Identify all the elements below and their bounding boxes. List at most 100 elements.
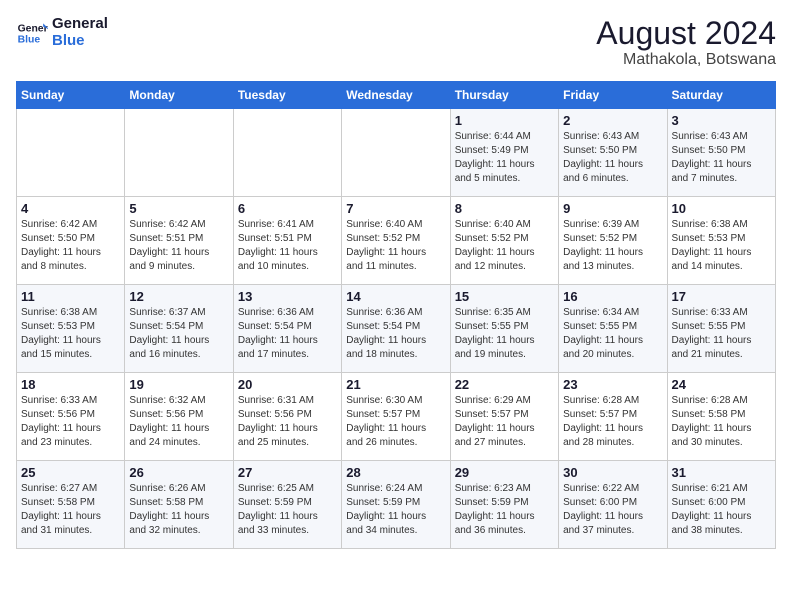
day-info: Sunrise: 6:30 AM Sunset: 5:57 PM Dayligh… [346, 394, 445, 450]
day-cell: 7 Sunrise: 6:40 AM Sunset: 5:52 PM Daylig… [342, 197, 450, 285]
day-cell: 10Sunrise: 6:38 AM Sunset: 5:53 PM Dayli… [667, 197, 775, 285]
day-info: Sunrise: 6:33 AM Sunset: 5:56 PM Dayligh… [21, 394, 120, 450]
day-cell: 2 Sunrise: 6:43 AM Sunset: 5:50 PM Daylig… [559, 109, 667, 197]
day-cell: 27Sunrise: 6:25 AM Sunset: 5:59 PM Dayli… [233, 461, 341, 549]
day-number: 23 [563, 377, 662, 392]
day-info: Sunrise: 6:25 AM Sunset: 5:59 PM Dayligh… [238, 482, 337, 538]
day-cell [125, 109, 233, 197]
day-info: Sunrise: 6:27 AM Sunset: 5:58 PM Dayligh… [21, 482, 120, 538]
day-cell: 25Sunrise: 6:27 AM Sunset: 5:58 PM Dayli… [17, 461, 125, 549]
day-cell: 29 Sunrise: 6:23 AM Sunset: 5:59 PM Dayli… [450, 461, 558, 549]
day-cell: 11 Sunrise: 6:38 AM Sunset: 5:53 PM Dayli… [17, 285, 125, 373]
day-cell [233, 109, 341, 197]
day-info: Sunrise: 6:38 AM Sunset: 5:53 PM Dayligh… [672, 218, 771, 274]
header-thursday: Thursday [450, 82, 558, 109]
svg-text:Blue: Blue [18, 34, 41, 45]
title-block: August 2024 Mathakola, Botswana [596, 16, 776, 69]
day-number: 20 [238, 377, 337, 392]
calendar-table: SundayMondayTuesdayWednesdayThursdayFrid… [16, 81, 776, 549]
day-info: Sunrise: 6:21 AM Sunset: 6:00 PM Dayligh… [672, 482, 771, 538]
day-info: Sunrise: 6:35 AM Sunset: 5:55 PM Dayligh… [455, 306, 554, 362]
day-cell: 16Sunrise: 6:34 AM Sunset: 5:55 PM Dayli… [559, 285, 667, 373]
week-row-5: 25Sunrise: 6:27 AM Sunset: 5:58 PM Dayli… [17, 461, 776, 549]
day-cell: 3 Sunrise: 6:43 AM Sunset: 5:50 PM Daylig… [667, 109, 775, 197]
day-cell: 26 Sunrise: 6:26 AM Sunset: 5:58 PM Dayli… [125, 461, 233, 549]
day-info: Sunrise: 6:23 AM Sunset: 5:59 PM Dayligh… [455, 482, 554, 538]
logo-icon: General Blue [16, 17, 48, 49]
day-cell: 15 Sunrise: 6:35 AM Sunset: 5:55 PM Dayli… [450, 285, 558, 373]
day-cell: 21 Sunrise: 6:30 AM Sunset: 5:57 PM Dayli… [342, 373, 450, 461]
day-cell: 1Sunrise: 6:44 AM Sunset: 5:49 PM Daylig… [450, 109, 558, 197]
month-year-title: August 2024 [596, 16, 776, 51]
day-number: 7 [346, 201, 445, 216]
day-number: 24 [672, 377, 771, 392]
day-info: Sunrise: 6:36 AM Sunset: 5:54 PM Dayligh… [238, 306, 337, 362]
day-info: Sunrise: 6:36 AM Sunset: 5:54 PM Dayligh… [346, 306, 445, 362]
week-row-2: 4 Sunrise: 6:42 AM Sunset: 5:50 PM Daylig… [17, 197, 776, 285]
day-info: Sunrise: 6:29 AM Sunset: 5:57 PM Dayligh… [455, 394, 554, 450]
day-info: Sunrise: 6:43 AM Sunset: 5:50 PM Dayligh… [563, 130, 662, 186]
day-info: Sunrise: 6:26 AM Sunset: 5:58 PM Dayligh… [129, 482, 228, 538]
day-cell: 17 Sunrise: 6:33 AM Sunset: 5:55 PM Dayli… [667, 285, 775, 373]
day-number: 2 [563, 113, 662, 128]
day-number: 30 [563, 465, 662, 480]
day-info: Sunrise: 6:42 AM Sunset: 5:51 PM Dayligh… [129, 218, 228, 274]
day-info: Sunrise: 6:39 AM Sunset: 5:52 PM Dayligh… [563, 218, 662, 274]
day-cell: 28 Sunrise: 6:24 AM Sunset: 5:59 PM Dayli… [342, 461, 450, 549]
day-cell: 8 Sunrise: 6:40 AM Sunset: 5:52 PM Daylig… [450, 197, 558, 285]
day-info: Sunrise: 6:38 AM Sunset: 5:53 PM Dayligh… [21, 306, 120, 362]
day-cell: 6Sunrise: 6:41 AM Sunset: 5:51 PM Daylig… [233, 197, 341, 285]
header-saturday: Saturday [667, 82, 775, 109]
day-info: Sunrise: 6:32 AM Sunset: 5:56 PM Dayligh… [129, 394, 228, 450]
header-friday: Friday [559, 82, 667, 109]
header-monday: Monday [125, 82, 233, 109]
header-sunday: Sunday [17, 82, 125, 109]
page-header: General Blue General Blue August 2024 Ma… [16, 16, 776, 69]
day-number: 29 [455, 465, 554, 480]
week-row-4: 18Sunrise: 6:33 AM Sunset: 5:56 PM Dayli… [17, 373, 776, 461]
header-tuesday: Tuesday [233, 82, 341, 109]
day-cell: 22 Sunrise: 6:29 AM Sunset: 5:57 PM Dayli… [450, 373, 558, 461]
day-number: 6 [238, 201, 337, 216]
day-number: 15 [455, 289, 554, 304]
day-cell: 23 Sunrise: 6:28 AM Sunset: 5:57 PM Dayli… [559, 373, 667, 461]
day-number: 8 [455, 201, 554, 216]
day-cell [342, 109, 450, 197]
day-cell: 31 Sunrise: 6:21 AM Sunset: 6:00 PM Dayli… [667, 461, 775, 549]
day-info: Sunrise: 6:42 AM Sunset: 5:50 PM Dayligh… [21, 218, 120, 274]
day-number: 31 [672, 465, 771, 480]
day-number: 9 [563, 201, 662, 216]
day-number: 28 [346, 465, 445, 480]
day-number: 13 [238, 289, 337, 304]
day-info: Sunrise: 6:31 AM Sunset: 5:56 PM Dayligh… [238, 394, 337, 450]
day-number: 12 [129, 289, 228, 304]
day-number: 21 [346, 377, 445, 392]
day-number: 22 [455, 377, 554, 392]
day-info: Sunrise: 6:22 AM Sunset: 6:00 PM Dayligh… [563, 482, 662, 538]
day-number: 11 [21, 289, 120, 304]
day-cell: 5 Sunrise: 6:42 AM Sunset: 5:51 PM Daylig… [125, 197, 233, 285]
day-number: 19 [129, 377, 228, 392]
day-cell: 18Sunrise: 6:33 AM Sunset: 5:56 PM Dayli… [17, 373, 125, 461]
day-number: 3 [672, 113, 771, 128]
location-subtitle: Mathakola, Botswana [596, 51, 776, 69]
day-number: 5 [129, 201, 228, 216]
day-number: 4 [21, 201, 120, 216]
day-number: 26 [129, 465, 228, 480]
day-info: Sunrise: 6:24 AM Sunset: 5:59 PM Dayligh… [346, 482, 445, 538]
day-number: 16 [563, 289, 662, 304]
day-number: 17 [672, 289, 771, 304]
day-cell: 4 Sunrise: 6:42 AM Sunset: 5:50 PM Daylig… [17, 197, 125, 285]
day-info: Sunrise: 6:40 AM Sunset: 5:52 PM Dayligh… [346, 218, 445, 274]
week-row-1: 1Sunrise: 6:44 AM Sunset: 5:49 PM Daylig… [17, 109, 776, 197]
day-info: Sunrise: 6:33 AM Sunset: 5:55 PM Dayligh… [672, 306, 771, 362]
day-info: Sunrise: 6:40 AM Sunset: 5:52 PM Dayligh… [455, 218, 554, 274]
day-info: Sunrise: 6:43 AM Sunset: 5:50 PM Dayligh… [672, 130, 771, 186]
day-cell: 13 Sunrise: 6:36 AM Sunset: 5:54 PM Dayli… [233, 285, 341, 373]
day-info: Sunrise: 6:37 AM Sunset: 5:54 PM Dayligh… [129, 306, 228, 362]
day-number: 14 [346, 289, 445, 304]
logo: General Blue General Blue [16, 16, 108, 49]
day-info: Sunrise: 6:28 AM Sunset: 5:57 PM Dayligh… [563, 394, 662, 450]
day-cell [17, 109, 125, 197]
day-cell: 14 Sunrise: 6:36 AM Sunset: 5:54 PM Dayli… [342, 285, 450, 373]
